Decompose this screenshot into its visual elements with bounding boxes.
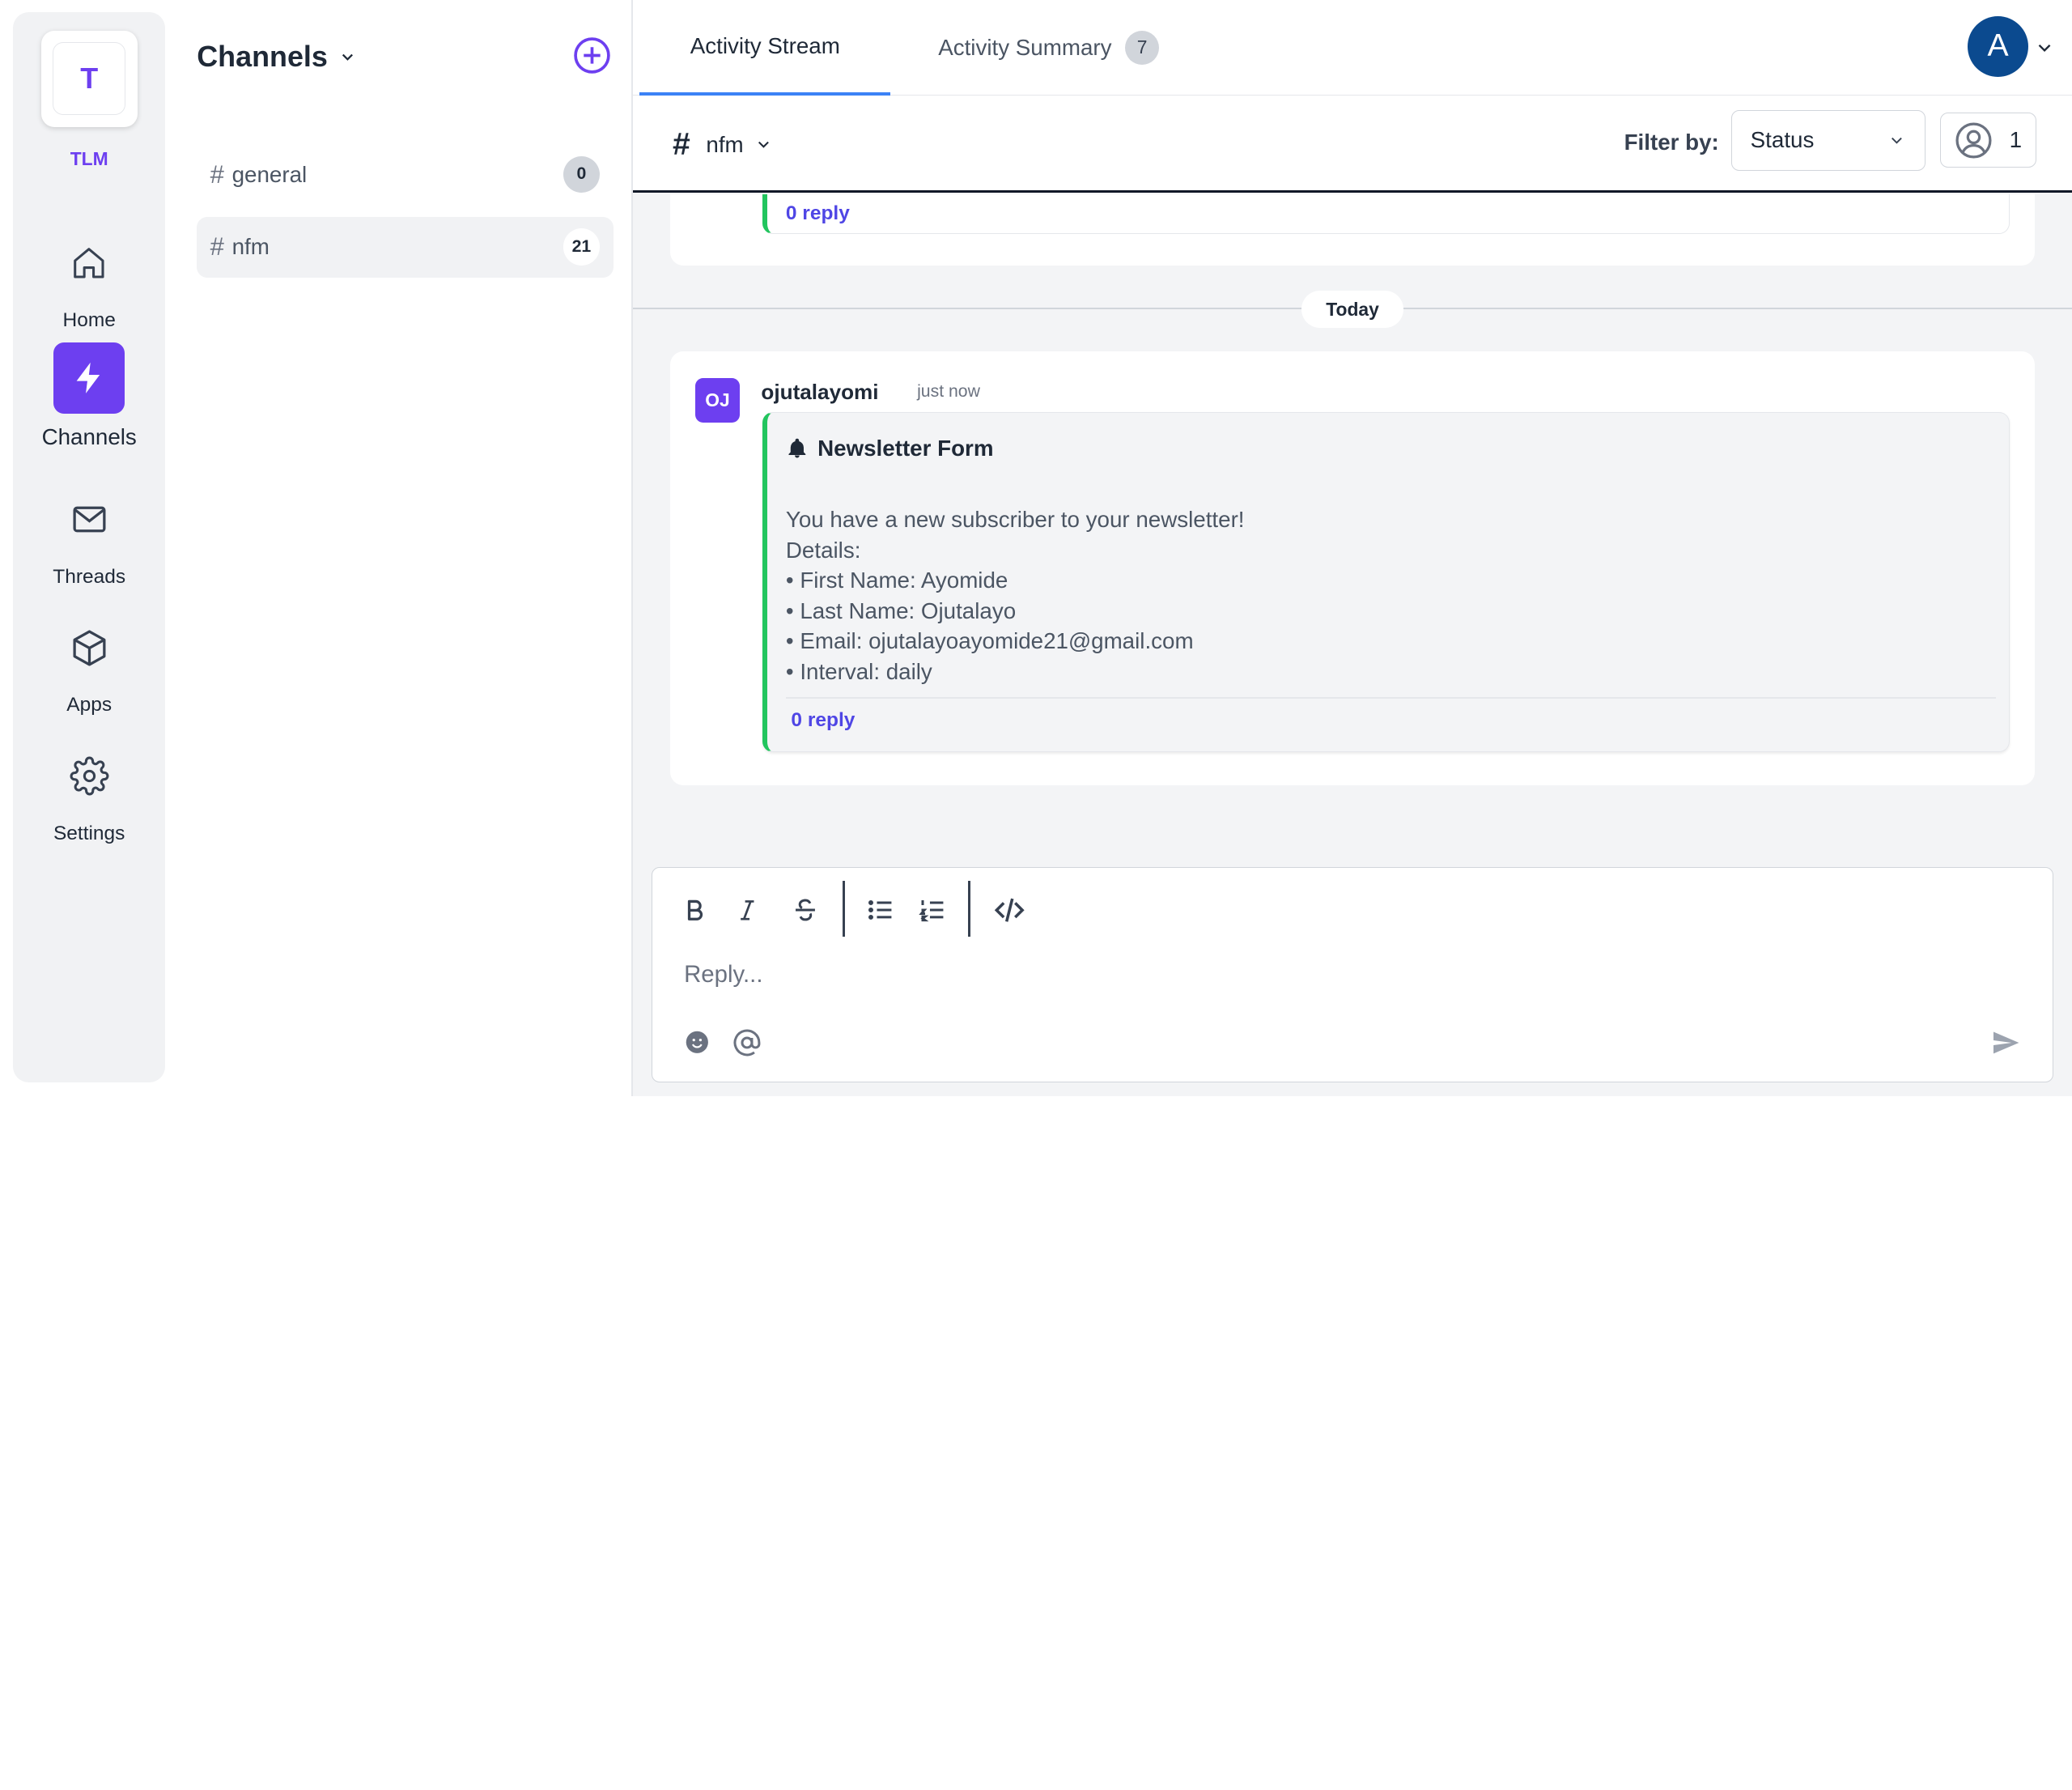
nav-channels[interactable]: Channels (13, 342, 165, 450)
chevron-down-icon (758, 142, 769, 149)
reply-input[interactable] (684, 955, 2006, 995)
bullet-list-icon (868, 900, 892, 921)
reply-link[interactable]: 0 reply (791, 709, 855, 732)
status-filter-select[interactable]: Status (1730, 109, 1926, 171)
bold-button[interactable] (676, 891, 713, 929)
italic-button[interactable] (729, 891, 766, 929)
bold-icon (687, 899, 703, 921)
cube-icon (53, 612, 125, 683)
channel-item-nfm[interactable]: # nfm 21 (197, 216, 614, 278)
previous-message-box: 0 reply (762, 194, 2010, 234)
reply-link[interactable]: 0 reply (786, 202, 850, 225)
numbered-list-button[interactable] (914, 891, 951, 929)
nav-apps-label: Apps (66, 694, 113, 716)
nav-home[interactable]: Home (13, 227, 165, 332)
author-name[interactable]: ojutalayomi (761, 380, 878, 405)
code-icon (994, 898, 1025, 922)
message-title-row: Newsletter Form (786, 436, 994, 461)
channel-toolbar: # nfm Filter by: Status 1 (633, 95, 2072, 193)
hash-icon: # (210, 159, 224, 189)
status-filter-value: Status (1750, 127, 1815, 153)
summary-count-badge: 7 (1124, 30, 1160, 65)
plus-circle-icon (574, 37, 610, 74)
home-icon (53, 227, 125, 299)
hash-icon: # (210, 232, 224, 261)
channels-title: Channels (197, 39, 328, 73)
message-content-box: Newsletter Form You have a new subscribe… (762, 412, 2010, 752)
toolbar-separator (968, 881, 971, 937)
numbered-list-icon (919, 900, 944, 922)
tab-activity-summary[interactable]: Activity Summary 7 (938, 0, 1160, 96)
channel-name: general (231, 161, 308, 187)
lightning-icon (53, 342, 125, 415)
chevron-down-icon (342, 53, 353, 61)
message-line: Details: (785, 537, 861, 563)
nav-settings-label: Settings (53, 822, 125, 844)
user-avatar[interactable]: A (1968, 15, 2029, 77)
nav-apps[interactable]: Apps (13, 612, 165, 716)
send-button[interactable] (1989, 1027, 2021, 1058)
message-body: You have a new subscriber to your newsle… (786, 504, 1245, 687)
author-avatar[interactable]: OJ (694, 377, 741, 423)
message-timestamp: just now (917, 381, 980, 401)
add-channel-button[interactable] (572, 36, 612, 75)
date-divider: Today (1301, 291, 1403, 328)
previous-message-card: 0 reply (669, 194, 2036, 266)
bullet-list-button[interactable] (863, 891, 900, 929)
message-line: • First Name: Ayomide (785, 568, 1008, 593)
tab-activity-stream-label: Activity Stream (690, 32, 840, 58)
strikethrough-icon (796, 899, 816, 921)
emoji-button[interactable] (681, 1027, 713, 1058)
channel-count-badge: 0 (563, 155, 601, 193)
emoji-icon (686, 1031, 708, 1054)
nav-channels-label: Channels (41, 424, 137, 450)
tab-activity-summary-label: Activity Summary (938, 34, 1112, 60)
message-line: • Email: ojutalayoayomide21@gmail.com (785, 628, 1194, 654)
channel-name: nfm (231, 234, 270, 260)
reply-composer (651, 867, 2054, 1083)
mail-icon (53, 484, 125, 555)
workspace-initial: T (53, 42, 126, 116)
chevron-down-icon[interactable] (2034, 37, 2055, 58)
toolbar-separator (843, 881, 846, 937)
nav-home-label: Home (62, 309, 116, 332)
channel-selector[interactable]: # nfm (673, 127, 773, 163)
nav-settings[interactable]: Settings (13, 740, 165, 844)
strikethrough-button[interactable] (787, 891, 824, 929)
hash-icon: # (673, 126, 690, 162)
message-line: • Last Name: Ojutalayo (785, 597, 1017, 623)
nav-threads-label: Threads (53, 565, 126, 588)
members-button[interactable]: 1 (1939, 112, 2036, 168)
filter-label: Filter by: (1624, 129, 1719, 155)
app: T TLM Home Channels Threads Apps Setting… (0, 0, 2072, 1096)
bell-icon (788, 438, 806, 458)
code-button[interactable] (991, 891, 1028, 929)
message-line: You have a new subscriber to your newsle… (785, 507, 1245, 533)
main-area: Activity Stream Activity Summary 7 A # n… (633, 0, 2072, 1096)
user-circle-icon (1955, 122, 1992, 159)
message-line: • Interval: daily (785, 658, 932, 684)
at-icon (734, 1029, 761, 1056)
workspace-logo[interactable]: T (40, 30, 138, 127)
tab-activity-stream[interactable]: Activity Stream (639, 0, 891, 96)
workspace-name: TLM (70, 147, 108, 169)
message-title: Newsletter Form (817, 436, 994, 461)
tab-bar: Activity Stream Activity Summary 7 A (633, 0, 2072, 96)
channel-item-general[interactable]: # general 0 (197, 144, 613, 205)
message-card: OJ ojutalayomi just now Newsletter Form … (669, 351, 2036, 785)
nav-rail: T TLM Home Channels Threads Apps Setting… (13, 11, 166, 1083)
activity-feed[interactable]: 0 reply Today OJ ojutalayomi just now Ne… (633, 194, 2072, 855)
current-channel-name: nfm (706, 131, 744, 157)
message-separator (785, 697, 1997, 699)
channels-header[interactable]: Channels (197, 40, 357, 74)
gear-icon (53, 740, 125, 811)
mention-button[interactable] (732, 1027, 763, 1058)
member-count: 1 (2009, 127, 2023, 153)
italic-icon (741, 900, 754, 921)
nav-threads[interactable]: Threads (13, 484, 165, 589)
channels-panel: Channels # general 0 # nfm 21 (176, 0, 631, 1096)
channel-count-badge: 21 (563, 228, 601, 266)
send-icon (1993, 1031, 2019, 1054)
chevron-down-icon (1892, 137, 1902, 144)
